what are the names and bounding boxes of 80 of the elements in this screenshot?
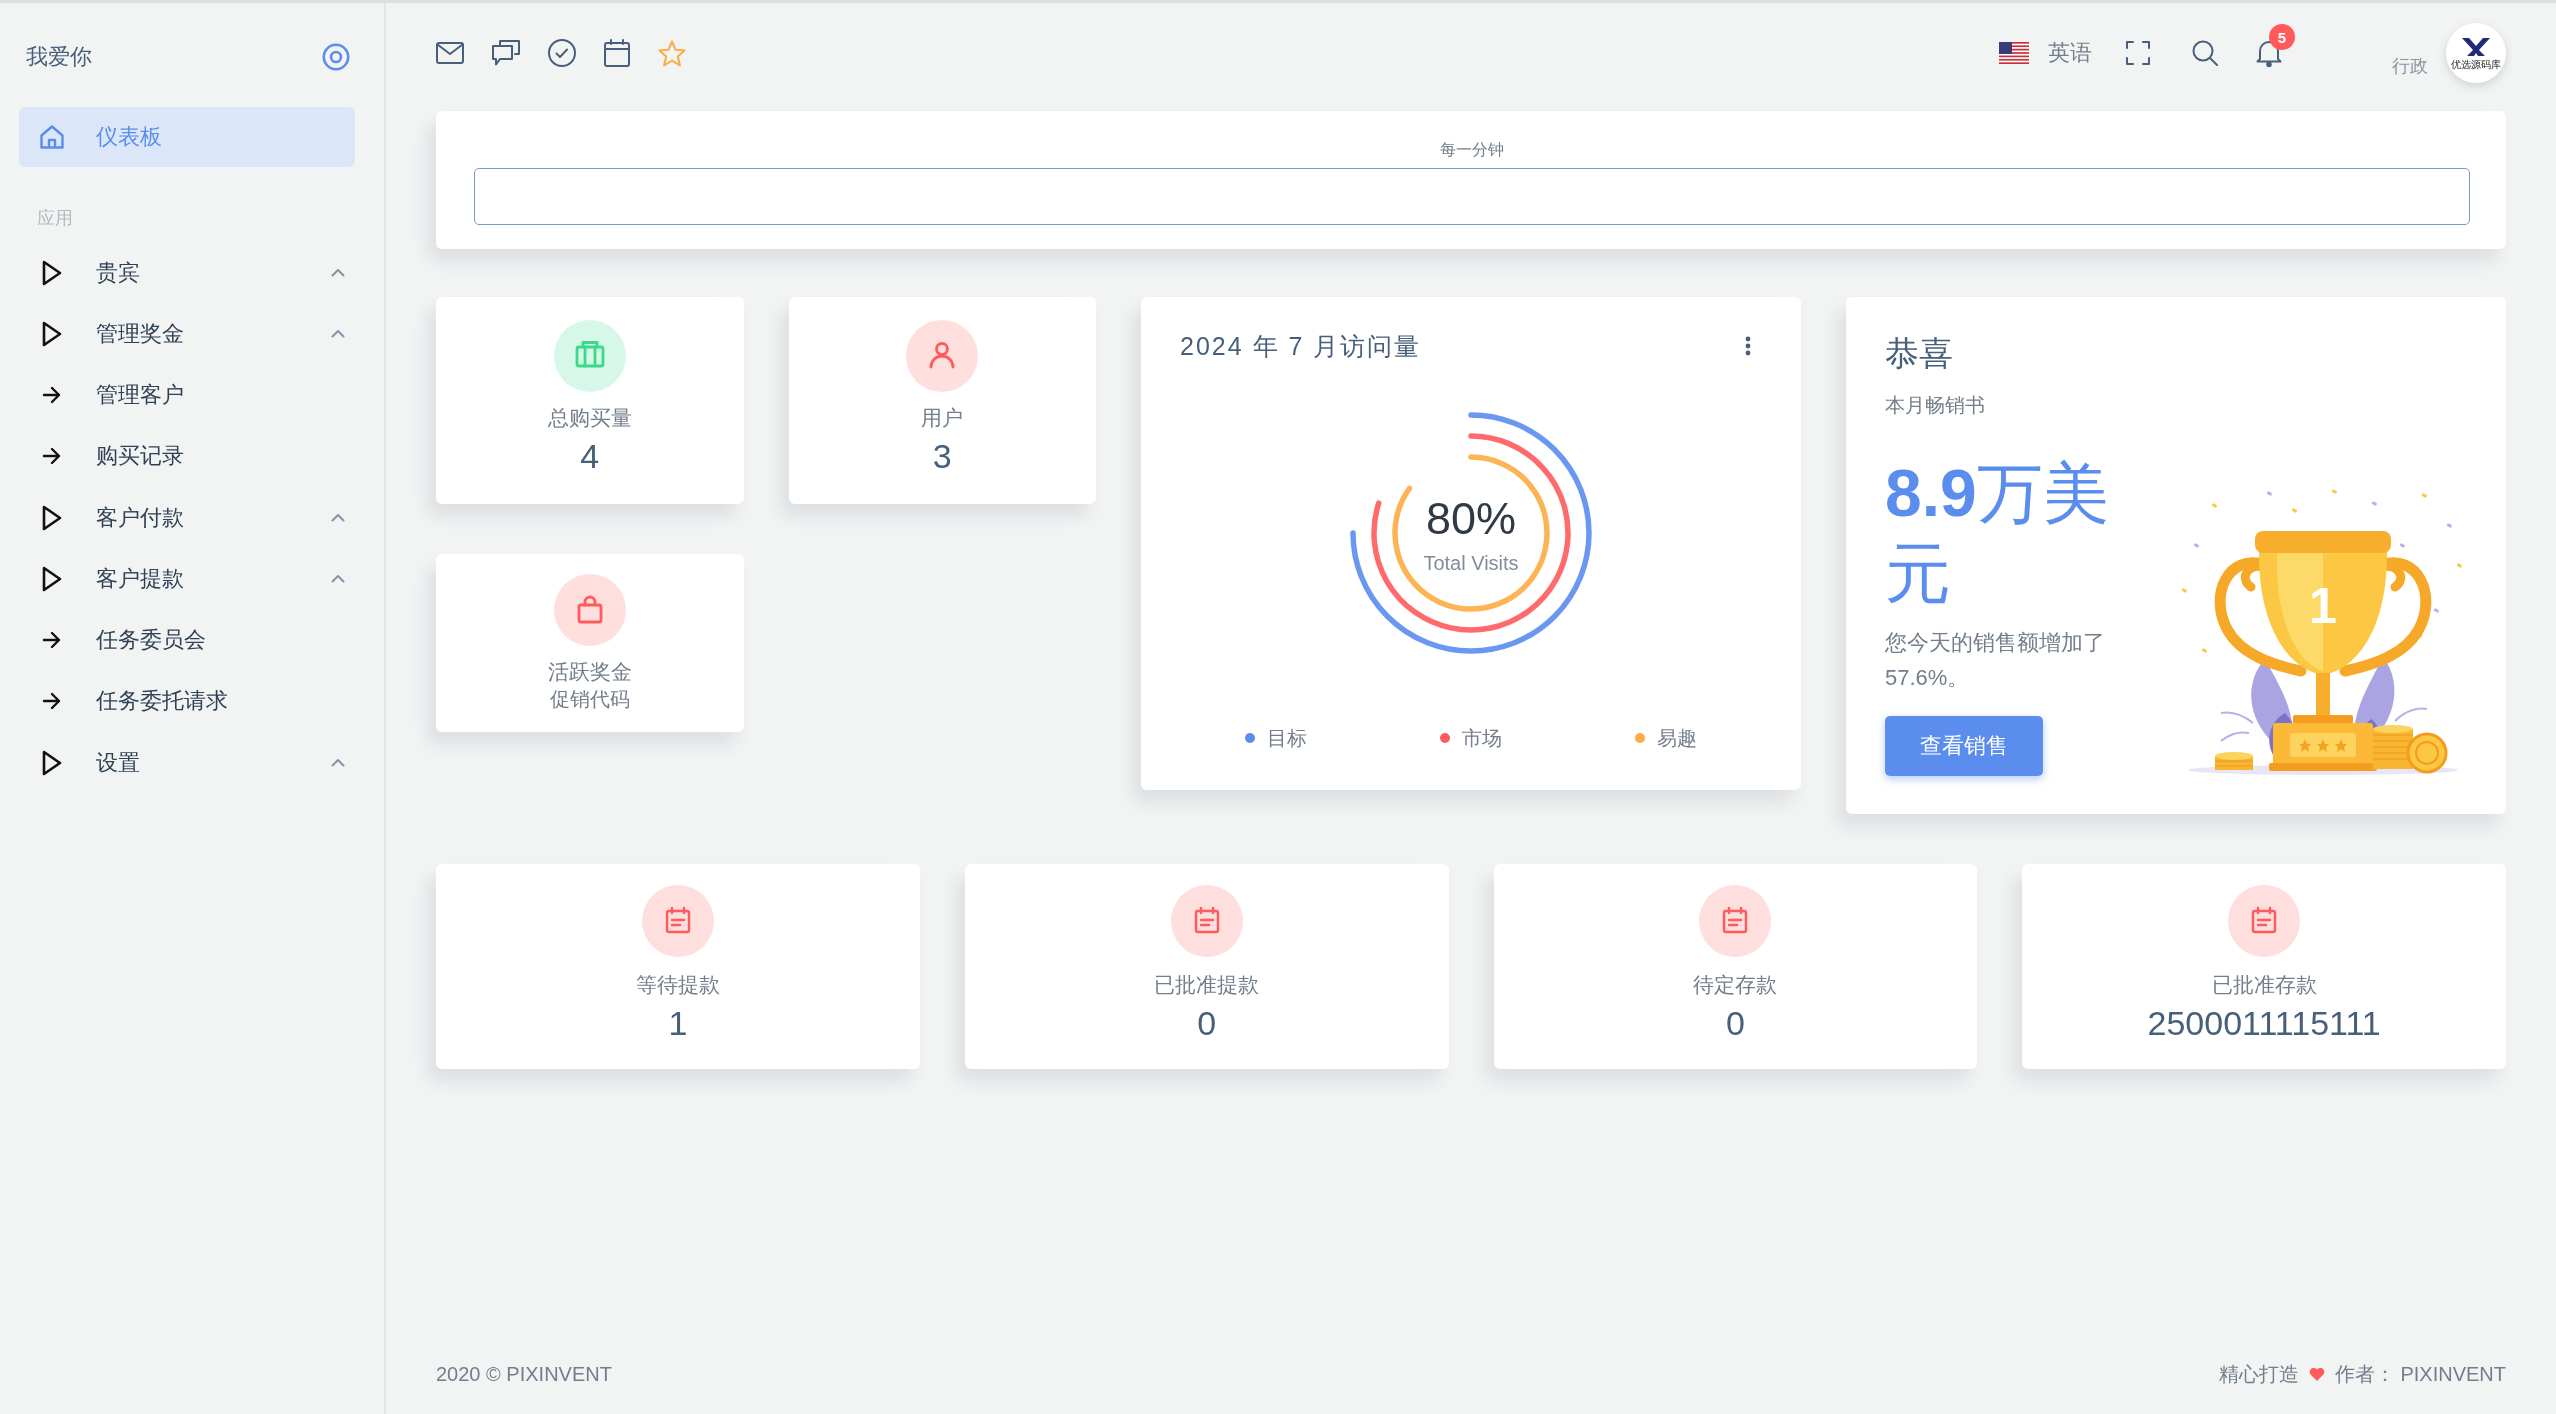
calendar-icon[interactable] (604, 39, 630, 67)
author-text: 作者： PIXINVENT (2334, 1362, 2506, 1387)
field-label: 每一分钟 (1440, 140, 1504, 160)
brand-name: 我爱你 (26, 43, 92, 71)
arrow-right-icon (42, 692, 62, 711)
arrow-right-icon (42, 386, 62, 405)
stat-label: 已批准提款 (1154, 972, 1260, 998)
calendar-icon (1699, 885, 1772, 957)
stat-value: 0 (1725, 1003, 1745, 1043)
menu-item[interactable]: 任务委托请求 (10, 670, 374, 732)
center-label: Total Visits (1423, 552, 1519, 574)
arrow-right-icon (42, 447, 62, 466)
language-label[interactable]: 英语 (2048, 38, 2092, 68)
shopping-bag-icon (553, 574, 626, 646)
flag-icon[interactable] (1999, 42, 2029, 64)
arrow-right-icon (42, 631, 62, 650)
star-icon[interactable] (658, 39, 686, 67)
menu-item[interactable]: 购买记录 (10, 425, 374, 487)
briefcase-icon (553, 320, 626, 392)
legend-label: 市场 (1462, 726, 1502, 751)
stat-label: 用户 (921, 405, 964, 431)
heart-icon (2308, 1367, 2325, 1381)
triangle-icon (42, 749, 62, 776)
calendar-icon (1170, 885, 1243, 957)
target-icon[interactable] (322, 43, 350, 71)
stat-value: 3 (932, 436, 952, 476)
user-avatar[interactable]: 优选源码库 (2446, 23, 2506, 83)
search-icon[interactable] (2192, 40, 2218, 66)
sales-amount: 8.9万美元 (1885, 455, 2110, 612)
stat-value: 1 (668, 1003, 688, 1043)
triangle-icon (42, 565, 62, 592)
menu-item[interactable]: 管理客户 (10, 364, 374, 426)
card-subtitle: 本月畅销书 (1885, 393, 1985, 418)
logo-icon (2461, 36, 2491, 57)
triangle-icon (42, 320, 62, 347)
legend-label: 目标 (1267, 726, 1307, 751)
sales-note: 您今天的销售额增加了57.6%。 (1885, 629, 2106, 692)
triangle-icon (42, 259, 62, 286)
text-field[interactable] (474, 168, 2470, 225)
mail-icon[interactable] (436, 42, 464, 64)
calendar-icon (641, 885, 714, 957)
stat-label: 活跃奖金 (547, 659, 632, 685)
check-circle-icon[interactable] (548, 39, 576, 67)
stat-label: 待定存款 (1693, 972, 1778, 998)
stat-note: 促销代码 (549, 687, 630, 712)
home-icon (39, 124, 65, 150)
menu-item[interactable]: 管理奖金 (10, 303, 374, 365)
fullscreen-icon[interactable] (2126, 41, 2150, 65)
menu-item[interactable]: 客户提款 (10, 548, 374, 610)
center-value: 80% (1425, 492, 1517, 544)
card-title: 恭喜 (1885, 333, 1953, 374)
notification-badge: 5 (2269, 24, 2295, 50)
stat-value: 0 (1197, 1003, 1217, 1043)
copyright-text: 2020 © PIXINVENT (436, 1362, 612, 1387)
user-role: 行政 (2392, 55, 2428, 78)
chevron-up-icon[interactable] (331, 268, 345, 278)
chevron-up-icon[interactable] (331, 574, 345, 584)
chevron-up-icon[interactable] (331, 329, 345, 339)
logo-text: 优选源码库 (2451, 58, 2501, 70)
chevron-up-icon[interactable] (331, 758, 345, 768)
kebab-menu-icon[interactable] (1745, 336, 1751, 356)
menu-item[interactable]: 设置 (10, 732, 374, 794)
stat-value: 4 (580, 436, 600, 476)
chat-icon[interactable] (492, 40, 520, 66)
menu-item[interactable]: 贵宾 (10, 242, 374, 304)
section-label: 应用 (37, 207, 73, 230)
stat-value: 2500011115111 (2147, 1003, 2381, 1043)
person-icon (906, 320, 979, 392)
stat-label: 已批准存款 (2211, 972, 2317, 998)
chevron-up-icon[interactable] (331, 513, 345, 523)
legend-label: 易趣 (1657, 726, 1697, 751)
stat-label: 等待提款 (635, 972, 720, 998)
chart-title: 2024 年 7 月访问量 (1180, 330, 1422, 362)
made-with-text: 精心打造 (2218, 1362, 2299, 1387)
menu-item[interactable]: 客户付款 (10, 487, 374, 549)
triangle-icon (42, 504, 62, 531)
menu-item[interactable]: 任务委员会 (10, 609, 374, 671)
stat-label: 总购买量 (547, 405, 632, 431)
calendar-icon (2228, 885, 2301, 957)
trophy-number: 1 (2309, 578, 2337, 634)
